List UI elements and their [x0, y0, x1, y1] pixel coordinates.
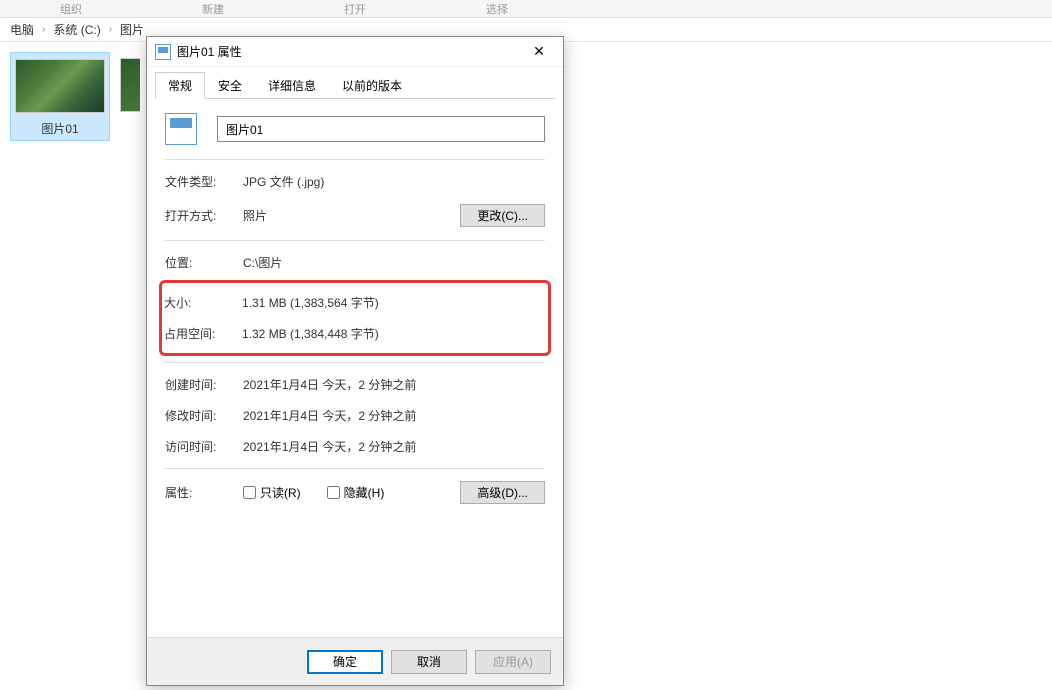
breadcrumb-part-drive[interactable]: 系统 (C:): [53, 21, 100, 38]
close-button[interactable]: ✕: [519, 39, 559, 65]
divider: [165, 240, 545, 241]
cancel-button[interactable]: 取消: [391, 650, 467, 674]
label-size: 大小:: [164, 294, 242, 311]
filename-input[interactable]: [217, 116, 545, 142]
label-created: 创建时间:: [165, 376, 243, 393]
value-openwith: 照片: [243, 207, 460, 224]
tab-strip: 常规 安全 详细信息 以前的版本: [155, 71, 555, 99]
file-thumbnail-partial[interactable]: [120, 58, 140, 112]
readonly-checkbox-input[interactable]: [243, 486, 256, 499]
close-icon: ✕: [533, 43, 545, 60]
label-attributes: 属性:: [165, 484, 243, 501]
tab-details[interactable]: 详细信息: [255, 72, 329, 99]
tab-general[interactable]: 常规: [155, 72, 205, 99]
apply-button[interactable]: 应用(A): [475, 650, 551, 674]
annotation-highlight: 大小: 1.31 MB (1,383,564 字节) 占用空间: 1.32 MB…: [159, 280, 551, 356]
readonly-label: 只读(R): [260, 484, 301, 501]
value-filetype: JPG 文件 (.jpg): [243, 173, 324, 190]
file-thumbnail-selected[interactable]: 图片01: [10, 52, 110, 141]
file-type-icon: [165, 113, 197, 145]
value-location: C:\图片: [243, 254, 282, 271]
ribbon-group-open: 打开: [284, 1, 426, 17]
readonly-checkbox[interactable]: 只读(R): [243, 484, 301, 501]
chevron-right-icon: ›: [42, 24, 45, 35]
tab-previous-versions[interactable]: 以前的版本: [329, 72, 415, 99]
label-location: 位置:: [165, 254, 243, 271]
tab-panel-general: 文件类型: JPG 文件 (.jpg) 打开方式: 照片 更改(C)... 位置…: [147, 99, 563, 637]
divider: [165, 362, 545, 363]
divider: [165, 468, 545, 469]
image-thumbnail-icon: [15, 59, 105, 113]
hidden-checkbox-input[interactable]: [327, 486, 340, 499]
hidden-label: 隐藏(H): [344, 484, 385, 501]
hidden-checkbox[interactable]: 隐藏(H): [327, 484, 385, 501]
file-icon: [155, 44, 171, 60]
dialog-footer: 确定 取消 应用(A): [147, 637, 563, 685]
value-size-on-disk: 1.32 MB (1,384,448 字节): [242, 325, 379, 342]
ribbon-group-select: 选择: [426, 1, 568, 17]
tab-security[interactable]: 安全: [205, 72, 255, 99]
ok-button[interactable]: 确定: [307, 650, 383, 674]
breadcrumb-part-folder[interactable]: 图片: [120, 21, 144, 38]
breadcrumb-part-computer[interactable]: 电脑: [10, 21, 34, 38]
value-accessed: 2021年1月4日 今天，2 分钟之前: [243, 438, 416, 455]
label-size-on-disk: 占用空间:: [164, 325, 242, 342]
label-modified: 修改时间:: [165, 407, 243, 424]
label-filetype: 文件类型:: [165, 173, 243, 190]
value-size: 1.31 MB (1,383,564 字节): [242, 294, 379, 311]
dialog-titlebar[interactable]: 图片01 属性 ✕: [147, 37, 563, 67]
value-modified: 2021年1月4日 今天，2 分钟之前: [243, 407, 416, 424]
dialog-title: 图片01 属性: [177, 43, 519, 60]
divider: [165, 159, 545, 160]
ribbon-tab-labels: 组织 新建 打开 选择: [0, 0, 1052, 18]
value-created: 2021年1月4日 今天，2 分钟之前: [243, 376, 416, 393]
label-accessed: 访问时间:: [165, 438, 243, 455]
ribbon-group-new: 新建: [142, 1, 284, 17]
change-button[interactable]: 更改(C)...: [460, 204, 545, 227]
label-openwith: 打开方式:: [165, 207, 243, 224]
chevron-right-icon: ›: [109, 24, 112, 35]
properties-dialog: 图片01 属性 ✕ 常规 安全 详细信息 以前的版本 文件类型: JPG 文件 …: [146, 36, 564, 686]
advanced-button[interactable]: 高级(D)...: [460, 481, 545, 504]
thumbnail-caption: 图片01: [37, 119, 82, 138]
ribbon-group-organize: 组织: [0, 1, 142, 17]
